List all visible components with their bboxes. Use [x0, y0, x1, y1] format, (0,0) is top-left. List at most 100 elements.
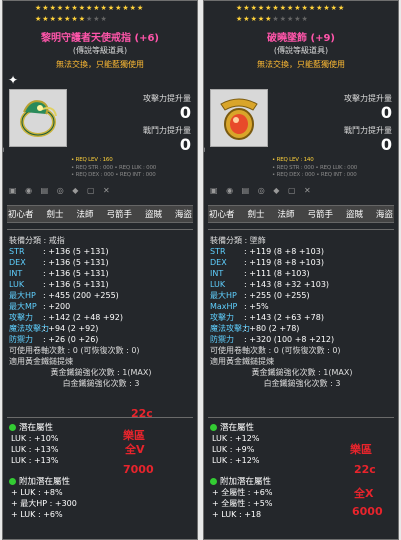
stat-value: : +26 (0 +26): [43, 335, 99, 344]
star-icon: ★: [107, 4, 115, 12]
pointer-hand-icon: ☝: [204, 137, 206, 156]
stat-name: DEX: [9, 258, 26, 267]
star-icon: ★: [286, 15, 294, 23]
stat-row: DEX: +136 (5 +131): [9, 257, 193, 268]
potential-lines: LUK : +12% LUK : +9% LUK : +12%: [212, 433, 259, 466]
stat-value: : +142 (2 +48 +92): [43, 313, 123, 322]
stat-rows: STR: +136 (5 +131) DEX: +136 (5 +131) INT:…: [9, 246, 193, 345]
sparkle-icon: ✦: [8, 73, 19, 87]
req-stats-1: • REQ STR : 000 • REQ LUK : 000: [71, 165, 157, 171]
star-icon: ★: [56, 15, 64, 23]
bonus-potential-header: 附加潛在屬性: [9, 475, 70, 487]
gold-hammer-count: 黃金鐵鎚強化次數 : 1(MAX): [50, 368, 152, 377]
bonus-potential-line: + LUK : +18: [212, 510, 262, 519]
item-grade: (傳說等級道具): [72, 46, 128, 55]
job-label: 劍士: [247, 210, 265, 220]
stat-row: LUK: +136 (5 +131): [9, 279, 193, 290]
bonus-potential-header: 附加潛在屬性: [210, 475, 271, 487]
star-icon: ★: [56, 4, 64, 12]
job-label: 劍士: [46, 210, 64, 220]
star-icon: ★: [243, 15, 250, 23]
stat-name: 攻擊力: [9, 313, 33, 322]
stat-value: : +119 (8 +8 +103): [244, 247, 324, 256]
gold-hammer-line: 適用黃金鐵鎚提煉: [9, 357, 73, 366]
job-label: 法師: [277, 210, 295, 220]
attack-increase-value: 0: [380, 103, 392, 122]
star-icon: ★: [337, 4, 345, 12]
stat-name: INT: [210, 269, 224, 278]
stat-value: : +455 (200 +255): [43, 291, 119, 300]
star-icon: ★: [85, 15, 93, 23]
stat-name: LUK: [210, 280, 226, 289]
divider: [208, 417, 394, 418]
gold-hammer-count: 黃金鐵鎚強化次數 : 1(MAX): [251, 368, 353, 377]
potential-line: LUK : +12%: [212, 456, 260, 465]
stat-row: 防禦力 : +320 (100 +8 +212): [210, 334, 394, 345]
stat-value: : +94 (2 +92): [43, 324, 99, 333]
star-icon: ★: [100, 15, 107, 23]
star-icon: ★: [294, 4, 301, 12]
upgrades-line: 可使用卷軸次數 : 0 (可恢復次數 : 0): [210, 346, 341, 355]
stat-value: : +136 (5 +131): [43, 247, 109, 256]
stat-value: : +136 (5 +131): [43, 269, 109, 278]
potential-line: LUK : +13%: [11, 456, 59, 465]
divider: [7, 229, 193, 230]
potential-header: 潛在屬性: [210, 421, 254, 433]
bonus-potential-line: + LUK : +8%: [11, 488, 63, 497]
category-line: 裝備分類 : 墜飾: [210, 236, 266, 245]
bonus-potential-line: + 最大HP : +300: [11, 499, 77, 508]
potential-header: 潛在屬性: [9, 421, 53, 433]
req-level: • REQ LEV : 140: [272, 157, 314, 163]
stat-value: : +255 (0 +255): [244, 291, 310, 300]
pendant-icon: [220, 98, 258, 140]
star-icon: ★: [316, 4, 323, 12]
platinum-hammer-count: 白金鐵鎚強化次數 : 3: [62, 379, 140, 388]
stat-row: 最大MP: +200: [9, 301, 193, 312]
stat-name: 最大HP: [210, 291, 237, 300]
star-icon: ★: [279, 15, 286, 23]
stat-row: 魔法攻擊力: +94 (2 +92): [9, 323, 193, 334]
star-icon: ★: [279, 4, 286, 12]
star-icon: ★: [301, 15, 308, 23]
star-icon: ★: [115, 4, 122, 12]
star-icon: ★: [272, 15, 279, 23]
req-stats-1: • REQ STR : 000 • REQ LUK : 000: [272, 165, 358, 171]
upgrades-line: 可使用卷軸次數 : 0 (可恢復次數 : 0): [9, 346, 140, 355]
stat-name: 防禦力: [210, 335, 234, 344]
bonus-potential-line: + LUK : +6%: [11, 510, 63, 519]
star-icon: ★: [330, 4, 337, 12]
star-icon: ★: [272, 4, 279, 12]
divider: [208, 229, 394, 230]
stat-row: 攻擊力: +143 (2 +63 +78): [210, 312, 394, 323]
job-label: 弓箭手: [106, 210, 132, 220]
star-icon: ★: [71, 15, 78, 23]
bonus-potential-lines: + LUK : +8% + 最大HP : +300 + LUK : +6%: [11, 487, 77, 520]
stat-value: : +111 (8 +103): [244, 269, 310, 278]
star-icon: ★: [122, 4, 129, 12]
potential-line: LUK : +12%: [212, 434, 260, 443]
divider: [7, 417, 193, 418]
req-stats-2: • REQ DEX : 000 • REQ INT : 000: [71, 172, 156, 178]
stat-name: INT: [9, 269, 23, 278]
bonus-grade-icon: [9, 478, 16, 485]
stat-row: 最大HP : +255 (0 +255): [210, 290, 394, 301]
item-icon-frame: [210, 89, 268, 147]
potential-line: LUK : +10%: [11, 434, 59, 443]
note-price: 6000: [352, 505, 383, 518]
note-all-x: 全X: [354, 487, 374, 500]
combat-increase-value: 0: [179, 135, 191, 154]
stat-row: DEX: +119 (8 +8 +103): [210, 257, 394, 268]
req-level: • REQ LEV : 160: [71, 157, 113, 163]
job-list: 初心者 劍士 法師 弓箭手 盜賊 海盜: [7, 205, 193, 223]
stat-name: LUK: [9, 280, 25, 289]
stat-name: 魔法攻擊力: [9, 324, 49, 333]
star-icon: ★: [71, 4, 78, 12]
item-tooltip-pendant: ★ ★ ★ ★ ★ ★ ★ ★ ★ ★ ★ ★ ★ ★ ★ ★ ★ ★ ★ ★ ★ ★ ★ ★ ★ 破曉墜飾 (+9) (傳說等…: [203, 0, 399, 540]
gold-hammer-line: 適用黃金鐵鎚提煉: [210, 357, 274, 366]
bonus-potential-line: + 全屬性 : +5%: [212, 499, 273, 508]
trade-restriction: 無法交換，只能藍獨使用: [56, 60, 144, 69]
star-icon: ★: [78, 4, 85, 12]
job-label: 盜賊: [144, 210, 162, 220]
stat-row: STR: +136 (5 +131): [9, 246, 193, 257]
stat-value: : +320 (100 +8 +212): [244, 335, 335, 344]
